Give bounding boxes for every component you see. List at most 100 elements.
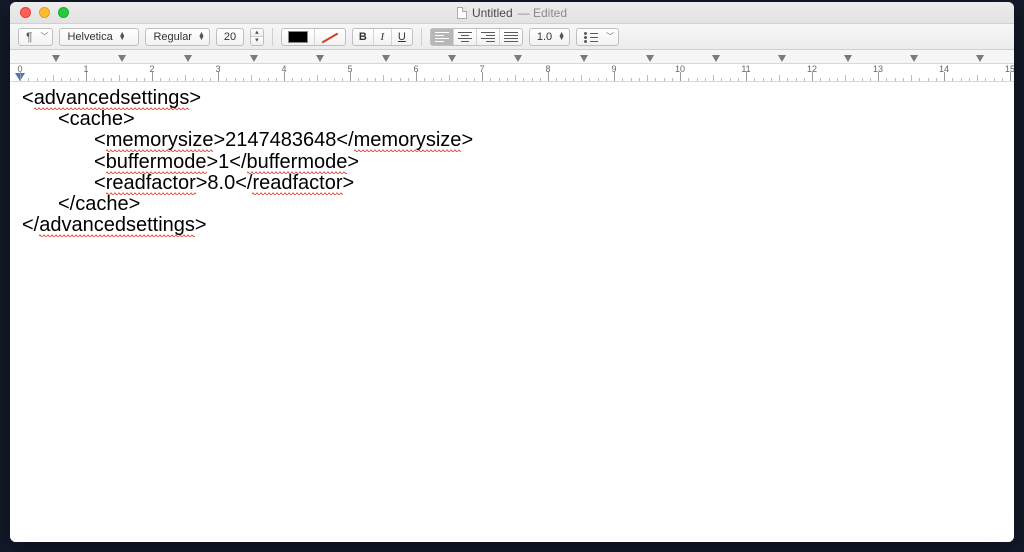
tab-stop-marker[interactable] <box>778 55 786 62</box>
document-filename[interactable]: Untitled <box>472 6 513 20</box>
tab-stop-marker[interactable] <box>580 55 588 62</box>
ruler-tick <box>573 78 574 81</box>
spellcheck-underline: memorysize <box>106 129 214 152</box>
ruler-tick <box>639 78 640 81</box>
ruler-tick <box>804 78 805 81</box>
font-style-group: B I U <box>352 28 413 46</box>
text-line[interactable]: <advancedsettings> <box>22 88 1002 109</box>
text-line[interactable]: </cache> <box>22 194 1002 215</box>
highlight-color-button[interactable] <box>315 29 345 45</box>
minimize-button[interactable] <box>39 7 50 18</box>
ruler-tick <box>94 78 95 81</box>
ruler-tick <box>70 78 71 81</box>
ruler-tick <box>433 78 434 81</box>
ruler-tick <box>581 75 582 81</box>
updown-icon <box>119 33 126 41</box>
close-button[interactable] <box>20 7 31 18</box>
ruler-tick <box>334 78 335 81</box>
ruler-tick <box>408 78 409 81</box>
ruler-tick <box>400 78 401 81</box>
text-line[interactable]: <buffermode>1</buffermode> <box>22 152 1002 173</box>
ruler-tick <box>589 78 590 81</box>
tab-stop-strip[interactable] <box>10 50 1014 64</box>
ruler-tick <box>474 78 475 81</box>
list-style-select[interactable]: ﹀ <box>576 28 619 46</box>
tab-stop-marker[interactable] <box>382 55 390 62</box>
ruler-tick <box>664 78 665 81</box>
tab-stop-marker[interactable] <box>712 55 720 62</box>
spellcheck-underline: memorysize <box>354 129 462 152</box>
bold-button[interactable]: B <box>353 29 374 45</box>
ruler-tick <box>886 78 887 81</box>
zoom-button[interactable] <box>58 7 69 18</box>
tab-stop-marker[interactable] <box>844 55 852 62</box>
tab-stop-marker[interactable] <box>52 55 60 62</box>
text-line[interactable]: <memorysize>2147483648</memorysize> <box>22 130 1002 151</box>
paragraph-icon: ¶ <box>26 30 32 44</box>
alignment-group <box>430 28 523 46</box>
tab-stop-marker[interactable] <box>514 55 522 62</box>
ruler-tick <box>862 78 863 81</box>
ruler-tick <box>911 75 912 81</box>
stepper-up-icon[interactable]: ▴ <box>251 29 263 37</box>
text-line[interactable]: <cache> <box>22 109 1002 130</box>
ruler-tick <box>540 78 541 81</box>
font-size-field[interactable]: 20 <box>216 28 244 46</box>
text-line[interactable]: </advancedsettings> <box>22 215 1002 236</box>
list-icon <box>584 32 598 42</box>
ruler-tick <box>697 78 698 81</box>
font-style-select[interactable]: Regular <box>145 28 209 46</box>
horizontal-ruler[interactable]: 0123456789101112131415 <box>10 64 1014 82</box>
ruler-tick <box>457 78 458 81</box>
italic-button[interactable]: I <box>374 29 392 45</box>
ruler-tick <box>202 78 203 81</box>
underline-button[interactable]: U <box>392 29 412 45</box>
line-spacing-select[interactable]: 1.0 <box>529 28 570 46</box>
ruler-tick <box>837 78 838 81</box>
ruler-tick <box>136 78 137 81</box>
tab-stop-marker[interactable] <box>184 55 192 62</box>
ruler-tick <box>28 78 29 81</box>
text-color-button[interactable] <box>282 29 315 45</box>
stepper-down-icon[interactable]: ▾ <box>251 37 263 45</box>
ruler-tick <box>721 78 722 81</box>
ruler-tick <box>144 78 145 81</box>
align-justify-button[interactable] <box>500 29 522 45</box>
ruler-tick <box>350 72 351 81</box>
ruler-tick <box>754 78 755 81</box>
tab-stop-marker[interactable] <box>118 55 126 62</box>
align-center-icon <box>458 32 472 42</box>
ruler-tick <box>565 78 566 81</box>
ruler-tick <box>259 78 260 81</box>
ruler-tick <box>796 78 797 81</box>
align-left-button[interactable] <box>431 29 454 45</box>
align-center-button[interactable] <box>454 29 477 45</box>
paragraph-style-select[interactable]: ¶ ﹀ <box>18 28 53 46</box>
font-family-select[interactable]: Helvetica <box>59 28 139 46</box>
font-size-stepper[interactable]: ▴ ▾ <box>250 28 264 46</box>
ruler-tick <box>548 72 549 81</box>
ruler-tick <box>647 75 648 81</box>
text-editor-area[interactable]: <advancedsettings><cache><memorysize>214… <box>10 82 1014 542</box>
ruler-tick <box>226 78 227 81</box>
ruler-tick <box>829 78 830 81</box>
tab-stop-marker[interactable] <box>976 55 984 62</box>
tab-stop-marker[interactable] <box>910 55 918 62</box>
ruler-tick <box>771 78 772 81</box>
ruler-tick <box>499 78 500 81</box>
font-style-value: Regular <box>153 31 192 43</box>
toolbar-divider <box>421 28 422 46</box>
ruler-tick <box>292 78 293 81</box>
tab-stop-marker[interactable] <box>316 55 324 62</box>
text-line[interactable]: <readfactor>8.0</readfactor> <box>22 173 1002 194</box>
ruler-tick <box>985 78 986 81</box>
align-right-button[interactable] <box>477 29 500 45</box>
font-size-value: 20 <box>224 31 236 43</box>
tab-stop-marker[interactable] <box>646 55 654 62</box>
spellcheck-underline: advancedsettings <box>34 87 190 110</box>
ruler-tick <box>449 75 450 81</box>
tab-stop-marker[interactable] <box>448 55 456 62</box>
tab-stop-marker[interactable] <box>250 55 258 62</box>
ruler-tick <box>532 78 533 81</box>
ruler-tick <box>730 78 731 81</box>
